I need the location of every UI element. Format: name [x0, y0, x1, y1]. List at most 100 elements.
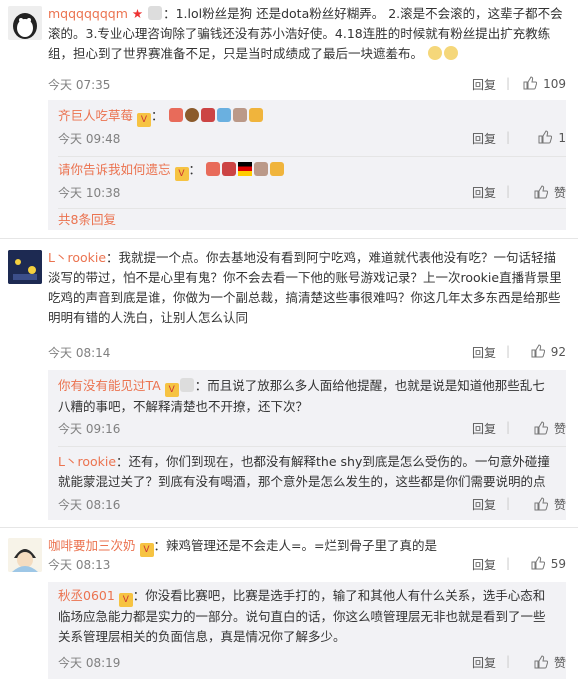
comment-2: L丶rookie：我就提一个点。你去基地没有看到阿宁吃鸡，难道就代表他没有吃？一…	[0, 244, 578, 520]
thumb-up-icon	[534, 421, 549, 435]
reply-button[interactable]: 回复	[472, 654, 496, 671]
meta-separator: |	[505, 556, 510, 570]
emoji-icon	[232, 108, 247, 122]
reply-meta: 今天 10:38 回复 | 赞	[58, 184, 566, 204]
vip-badge-icon: V	[174, 167, 189, 181]
face-emoji-icon	[444, 46, 458, 60]
user-avatar-icon	[8, 538, 42, 572]
reply-username[interactable]: 秋丞0601	[58, 588, 115, 603]
emoji-icon	[206, 162, 220, 176]
reply-divider	[58, 156, 566, 157]
reply-username[interactable]: 齐巨人吃草莓	[58, 108, 133, 123]
meta-separator: |	[505, 130, 510, 144]
reply-button[interactable]: 回复	[472, 344, 496, 361]
reply-username[interactable]: L丶rookie	[58, 454, 116, 469]
more-replies-link[interactable]: 共8条回复	[58, 210, 556, 230]
meta-separator: |	[505, 76, 510, 90]
reply-content: ：	[151, 108, 164, 123]
reply-list: 齐巨人吃草莓 V： 今天 09:48 回复 | 1 请你告诉我如何遗忘 V： 今…	[48, 100, 566, 230]
avatar[interactable]	[8, 538, 42, 572]
germany-flag-icon	[238, 162, 252, 176]
comment-divider	[0, 238, 578, 239]
like-button[interactable]: 赞	[534, 654, 566, 671]
face-emoji-icon	[428, 46, 442, 60]
like-button[interactable]: 1	[538, 130, 566, 145]
reply-time: 今天 08:19	[58, 656, 121, 670]
vip-badge-icon: V	[137, 113, 151, 127]
reply-button[interactable]: 回复	[472, 130, 496, 147]
comment-content: ：辣鸡管理还是不会走人=。=烂到骨子里了真的是	[153, 538, 437, 553]
comment-username[interactable]: L丶rookie	[48, 250, 106, 265]
reply-meta: 今天 08:19 回复 | 赞	[58, 654, 566, 674]
reply-time: 今天 09:48	[58, 132, 121, 146]
panda-emoji-icon	[179, 378, 194, 392]
vip-badge-icon: V	[164, 383, 179, 397]
poop-emoji-icon	[184, 108, 199, 122]
comment-text-block: L丶rookie：我就提一个点。你去基地没有看到阿宁吃鸡，难道就代表他没有吃？一…	[48, 248, 566, 328]
reply-item: 齐巨人吃草莓 V：	[58, 106, 556, 127]
thumb-up-icon	[534, 497, 549, 511]
like-button[interactable]: 59	[531, 556, 566, 571]
like-button[interactable]: 赞	[534, 496, 566, 513]
emoji-icon	[222, 162, 236, 176]
like-count: 赞	[553, 498, 566, 512]
beer-emoji-icon	[270, 162, 284, 176]
like-count: 92	[550, 345, 566, 359]
meta-separator: |	[505, 184, 510, 198]
comment-1: mqqqqqqqm ★ ：1.lol粉丝是狗 还是dota粉丝好糊弄。 2.滚是…	[0, 0, 578, 230]
comment-divider	[0, 527, 578, 528]
meta-separator: |	[505, 496, 510, 510]
comment-username[interactable]: 咖啡要加三次奶	[48, 538, 136, 553]
reply-list: 你有没有能见过TA V ：而且说了放那么多人面给他提醒，也就是说是知道他那些乱七八…	[48, 370, 566, 520]
like-button[interactable]: 92	[531, 344, 566, 359]
reply-divider	[58, 208, 566, 209]
reply-username[interactable]: 请你告诉我如何遗忘	[58, 162, 171, 177]
like-count: 59	[550, 557, 566, 571]
penguin-avatar-icon	[8, 6, 42, 40]
star-badge-icon: ★	[131, 6, 144, 21]
reply-button[interactable]: 回复	[472, 556, 496, 573]
comment-time: 今天 08:13	[48, 558, 111, 572]
like-count: 赞	[553, 422, 566, 436]
reply-button[interactable]: 回复	[472, 496, 496, 513]
user-avatar-icon	[8, 250, 42, 284]
thumb-up-icon	[523, 76, 538, 90]
avatar[interactable]	[8, 250, 42, 284]
reply-time: 今天 09:16	[58, 422, 121, 436]
thumb-up-icon	[531, 344, 545, 358]
reply-meta: 今天 09:48 回复 | 1	[58, 130, 566, 150]
comment-time: 今天 08:14	[48, 346, 111, 360]
emoji-icon	[216, 108, 231, 122]
thumb-up-icon	[534, 185, 549, 199]
meta-separator: |	[505, 344, 510, 358]
comment-text-block: 咖啡要加三次奶 V ：辣鸡管理还是不会走人=。=烂到骨子里了真的是	[48, 536, 566, 557]
reply-item: L丶rookie：还有，你们到现在，也都没有解释the shy到底是怎么受伤的。…	[58, 452, 556, 492]
reply-button[interactable]: 回复	[472, 420, 496, 437]
reply-list: 秋丞0601 V ：你没看比赛吧，比赛是选手打的，输了和其他人有什么关系，选手心态…	[48, 582, 566, 679]
emoji-icon	[168, 108, 183, 122]
comment-text-block: mqqqqqqqm ★ ：1.lol粉丝是狗 还是dota粉丝好糊弄。 2.滚是…	[48, 4, 566, 64]
reply-item: 请你告诉我如何遗忘 V：	[58, 160, 556, 181]
emoji-icon	[200, 108, 215, 122]
comment-username[interactable]: mqqqqqqqm	[48, 6, 128, 21]
panda-emoji-icon	[148, 6, 163, 20]
reply-button[interactable]: 回复	[472, 184, 496, 201]
like-button[interactable]: 赞	[534, 420, 566, 437]
comment-meta: 今天 07:35 回复 | 109	[48, 76, 566, 96]
like-count: 赞	[553, 656, 566, 670]
reply-content: ：还有，你们到现在，也都没有解释the shy到底是怎么受伤的。一句意外碰撞就能…	[58, 454, 550, 489]
reply-time: 今天 10:38	[58, 186, 121, 200]
reply-username[interactable]: 你有没有能见过TA	[58, 378, 161, 393]
like-button[interactable]: 赞	[534, 184, 566, 201]
like-button[interactable]: 109	[523, 76, 566, 91]
vip-badge-icon: V	[139, 543, 154, 557]
meta-separator: |	[505, 654, 510, 668]
reply-button[interactable]: 回复	[472, 76, 496, 93]
comment-meta: 今天 08:13 回复 | 59	[48, 556, 566, 576]
emoji-icon	[254, 162, 268, 176]
like-count: 109	[543, 77, 566, 91]
vip-badge-icon: V	[118, 593, 133, 607]
like-count: 1	[558, 131, 566, 145]
reply-meta: 今天 09:16 回复 | 赞	[58, 420, 566, 440]
avatar[interactable]	[8, 6, 42, 40]
